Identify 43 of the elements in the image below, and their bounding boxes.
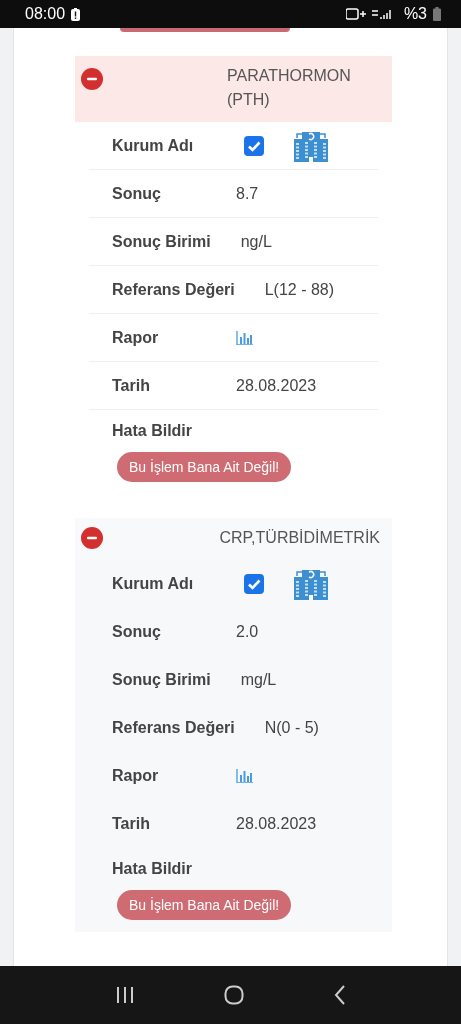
bar-chart-icon[interactable] (236, 330, 253, 345)
test-title: PARATHORMON (PTH) (227, 66, 352, 110)
battery-icon (433, 7, 441, 21)
checkbox[interactable] (244, 573, 264, 594)
checkbox[interactable] (244, 135, 264, 156)
field-value: 2.0 (236, 622, 259, 641)
field-label: Referans Değeri (112, 718, 235, 737)
field-value: L(12 - 88) (264, 280, 335, 299)
back-icon[interactable] (332, 985, 347, 1005)
field-value: 28.08.2023 (236, 814, 317, 833)
field-value: mg/L (240, 670, 277, 689)
battery-alert-icon (71, 7, 81, 21)
report-button[interactable]: Bu İşlem Bana Ait Değil! (117, 452, 292, 482)
field-label: Sonuç (112, 622, 162, 641)
field-label: Rapor (112, 766, 160, 785)
field-value: 28.08.2023 (236, 376, 317, 395)
field-label: Hata Bildir (112, 422, 193, 440)
field-value: N(0 - 5) (264, 718, 319, 737)
field-value: 8.7 (236, 184, 259, 203)
field-label: Hata Bildir (112, 860, 193, 878)
report-button[interactable]: Bu İşlem Bana Ait Değil! (117, 890, 292, 920)
collapse-icon[interactable] (81, 68, 103, 90)
field-label: Kurum Adı (112, 574, 195, 593)
field-label: Referans Değeri (112, 280, 235, 299)
field-label: Tarih (112, 376, 151, 395)
test-header[interactable]: PARATHORMON (PTH) (75, 56, 392, 122)
battery-level: %3 (403, 5, 427, 23)
field-value: ng/L (240, 232, 272, 251)
test-title: CRP,TÜRBİDİMETRİK (219, 528, 380, 548)
field-label: Sonuç Birimi (112, 232, 211, 251)
field-label: Kurum Adı (112, 136, 195, 155)
field-label: Tarih (112, 814, 151, 833)
collapse-icon[interactable] (81, 527, 103, 549)
field-label: Rapor (112, 328, 160, 347)
field-label: Sonuç (112, 184, 162, 203)
clock: 08:00 (25, 5, 66, 23)
recent-apps-icon[interactable] (114, 985, 135, 1005)
home-icon[interactable] (223, 985, 244, 1005)
field-label: Sonuç Birimi (112, 670, 211, 689)
bar-chart-icon[interactable] (236, 768, 253, 783)
test-header[interactable]: CRP,TÜRBİDİMETRİK (75, 518, 392, 560)
hospital-icon[interactable] (294, 129, 328, 162)
hospital-icon[interactable] (294, 567, 328, 600)
